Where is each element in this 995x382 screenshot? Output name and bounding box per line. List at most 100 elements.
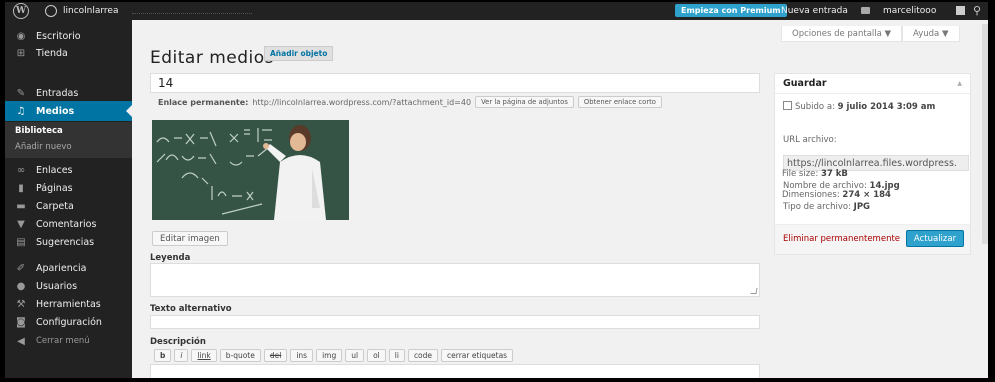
sidebar-item-label: Sugerencias (36, 236, 95, 248)
caption-textarea[interactable] (150, 263, 760, 297)
site-home-icon[interactable] (45, 5, 57, 17)
qt-bold-button[interactable]: b (154, 349, 172, 362)
quicktags-toolbar: b i link b-quote del ins img ul ol li co… (154, 349, 516, 362)
sidebar-item-label: Herramientas (36, 298, 101, 310)
dimensions-value: 274 × 184 (842, 190, 891, 200)
sidebar-item-configuracion[interactable]: ◙ Configuración (5, 312, 132, 332)
sidebar-item-comentarios[interactable]: ▼ Comentarios (5, 214, 132, 234)
qt-link-button[interactable]: link (191, 349, 217, 362)
alt-text-input[interactable] (150, 315, 760, 329)
avatar[interactable] (956, 6, 965, 15)
media-submenu: Biblioteca Añadir nuevo (5, 122, 132, 158)
comment-icon: ▼ (17, 218, 25, 230)
uploaded-label: Subido a: (795, 102, 835, 112)
submenu-item-anadir-nuevo[interactable]: Añadir nuevo (15, 142, 72, 152)
premium-button[interactable]: Empieza con Premium (675, 4, 787, 17)
qt-ol-button[interactable]: ol (367, 349, 386, 362)
edit-image-button[interactable]: Editar imagen (152, 231, 228, 246)
sidebar-item-label: Configuración (36, 316, 102, 328)
get-shortlink-button[interactable]: Obtener enlace corto (577, 96, 662, 108)
resize-handle-icon[interactable] (750, 288, 758, 294)
sidebar-item-herramientas[interactable]: ⚒ Herramientas (5, 294, 132, 314)
file-type-value: JPG (853, 202, 871, 212)
link-icon: ∞ (16, 164, 26, 176)
dimensions-row: Dimensiones: 274 × 184 (782, 190, 891, 200)
view-attachment-page-button[interactable]: Ver la página de adjuntos (475, 96, 574, 108)
file-size-label: File size: (782, 169, 819, 179)
calendar-icon (783, 101, 792, 110)
admin-bar: W lincolnlarrea Empieza con Premium Nuev… (5, 2, 988, 20)
new-entry-link[interactable]: Nueva entrada (781, 6, 848, 16)
notifications-icon[interactable] (861, 7, 870, 14)
dashboard-icon: ◉ (16, 30, 26, 42)
media-icon: ♫ (16, 105, 26, 117)
description-label: Descripción (150, 337, 206, 347)
sidebar-item-carpeta[interactable]: ▬ Carpeta (5, 196, 132, 216)
sidebar-item-label: Cerrar menú (36, 336, 90, 346)
scrollbar-thumb[interactable] (982, 24, 988, 244)
sidebar-item-usuarios[interactable]: ● Usuarios (5, 276, 132, 296)
site-name-link[interactable]: lincolnlarrea (63, 6, 118, 16)
qt-img-button[interactable]: img (316, 349, 343, 362)
save-metabox-header[interactable]: Guardar ▲ (775, 74, 970, 94)
file-type-row: Tipo de archivo: JPG (783, 202, 870, 212)
qt-li-button[interactable]: li (388, 349, 405, 362)
pages-icon: ▮ (18, 182, 24, 194)
sidebar-item-apariencia[interactable]: ✐ Apariencia (5, 258, 132, 278)
qt-ins-button[interactable]: ins (290, 349, 314, 362)
sidebar-item-label: Tienda (36, 47, 68, 59)
sidebar-item-label: Enlaces (36, 164, 73, 176)
admin-sidebar: ◉ Escritorio ⊞ Tienda ✎ Entradas ♫ Medios Bi… (5, 20, 132, 378)
title-input[interactable]: 14 (150, 73, 760, 93)
update-button[interactable]: Actualizar (906, 230, 964, 247)
file-size-row: File size: 37 kB (782, 169, 848, 179)
sidebar-item-enlaces[interactable]: ∞ Enlaces (5, 160, 132, 180)
admin-bar-separator (132, 12, 253, 14)
brush-icon: ✐ (16, 262, 26, 274)
page-scrollbar[interactable] (982, 20, 988, 378)
sidebar-item-sugerencias[interactable]: ▤ Sugerencias (5, 232, 132, 252)
permalink-label: Enlace permanente: (158, 97, 249, 107)
sidebar-item-label: Entradas (36, 87, 79, 99)
sidebar-item-medios[interactable]: ♫ Medios (5, 101, 132, 121)
qt-code-button[interactable]: code (407, 349, 439, 362)
screen-options-tab[interactable]: Opciones de pantalla ▼ (781, 26, 903, 42)
qt-del-button[interactable]: del (263, 349, 288, 362)
save-metabox-title: Guardar (783, 78, 827, 89)
qt-blockquote-button[interactable]: b-quote (219, 349, 261, 362)
help-tab[interactable]: Ayuda ▼ (902, 26, 960, 42)
permalink-url[interactable]: http://lincolnlarrea.wordpress.com/?atta… (252, 98, 471, 107)
collapse-caret-icon[interactable]: ▲ (957, 80, 962, 87)
sidebar-item-tienda[interactable]: ⊞ Tienda (5, 43, 132, 63)
sidebar-item-label: Usuarios (36, 280, 78, 292)
sidebar-item-label: Escritorio (36, 30, 81, 42)
save-metabox-footer: Eliminar permanentemente Actualizar (775, 224, 970, 254)
page-title: Editar medios (150, 48, 275, 68)
sidebar-item-paginas[interactable]: ▮ Páginas (5, 178, 132, 198)
sidebar-item-label: Medios (36, 105, 75, 117)
description-textarea[interactable] (150, 364, 760, 378)
dimensions-label: Dimensiones: (782, 190, 840, 200)
folder-icon: ▬ (16, 200, 26, 212)
search-icon[interactable]: ⚲ (973, 4, 981, 17)
sidebar-item-entradas[interactable]: ✎ Entradas (5, 83, 132, 103)
delete-permanently-link[interactable]: Eliminar permanentemente (783, 234, 900, 244)
file-size-value: 37 kB (820, 169, 848, 179)
alt-text-label: Texto alternativo (150, 304, 232, 314)
screen: W lincolnlarrea Empieza con Premium Nuev… (5, 2, 988, 378)
sidebar-item-label: Carpeta (36, 200, 74, 212)
cart-icon: ⊞ (16, 47, 26, 59)
add-new-button[interactable]: Añadir objeto (264, 46, 334, 61)
submenu-item-biblioteca[interactable]: Biblioteca (15, 126, 63, 136)
sidebar-collapse-menu[interactable]: ◀ Cerrar menú (5, 331, 132, 351)
qt-ul-button[interactable]: ul (345, 349, 365, 362)
save-metabox: Guardar ▲ Subido a: 9 julio 2014 3:09 am… (774, 73, 971, 255)
qt-italic-button[interactable]: i (174, 349, 189, 362)
collapse-icon: ◀ (17, 335, 25, 347)
main-content: Opciones de pantalla ▼ Ayuda ▼ Editar me… (132, 20, 988, 378)
sidebar-item-label: Comentarios (36, 218, 97, 230)
settings-icon: ◙ (16, 316, 26, 328)
qt-close-tags-button[interactable]: cerrar etiquetas (441, 349, 514, 362)
wordpress-logo-icon[interactable]: W (13, 3, 29, 19)
user-name-link[interactable]: marcelitooo (883, 6, 936, 16)
